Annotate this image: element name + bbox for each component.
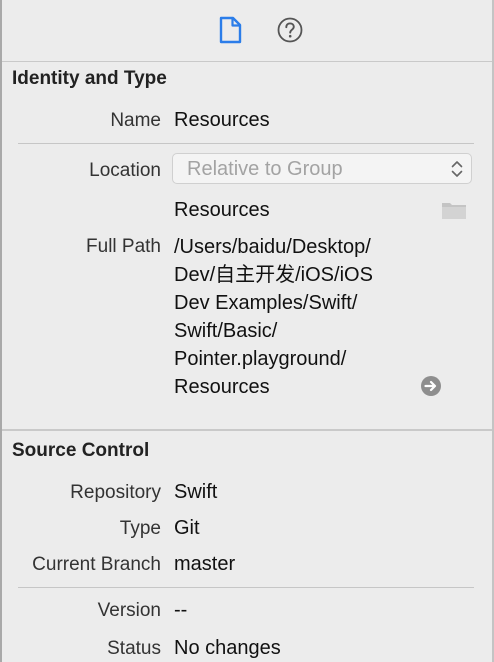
identity-section-title: Identity and Type	[12, 68, 167, 89]
current-branch-label: Current Branch	[32, 554, 161, 575]
version-label: Version	[97, 600, 161, 621]
full-path-label: Full Path	[86, 236, 161, 257]
status-label: Status	[107, 638, 161, 659]
toolbar-divider	[2, 61, 492, 62]
inspector-toolbar	[2, 0, 492, 62]
name-value[interactable]: Resources	[174, 109, 270, 132]
location-file-name: Resources	[174, 199, 270, 221]
type-value: Git	[174, 517, 200, 539]
location-popup[interactable]: Relative to Group	[172, 153, 472, 184]
location-popup-value: Relative to Group	[187, 158, 343, 180]
type-label: Type	[119, 518, 161, 539]
reveal-in-finder-arrow-icon[interactable]	[420, 375, 442, 397]
folder-icon[interactable]	[441, 200, 467, 220]
chevron-updown-icon	[451, 161, 463, 177]
location-label: Location	[89, 160, 161, 181]
repository-value: Swift	[174, 481, 218, 503]
full-path-line: Resources	[174, 376, 270, 398]
full-path-value: /Users/baidu/Desktop/ Dev/自主开发/iOS/iOS D…	[174, 233, 373, 401]
source-control-divider	[18, 587, 474, 588]
full-path-line: Dev/自主开发/iOS/iOS	[174, 264, 373, 286]
full-path-line: Dev Examples/Swift/	[174, 292, 358, 314]
section-divider	[2, 429, 492, 431]
name-label: Name	[110, 110, 161, 131]
identity-divider	[18, 143, 474, 144]
file-inspector-icon[interactable]	[215, 15, 245, 45]
full-path-line: /Users/baidu/Desktop/	[174, 236, 371, 258]
repository-label: Repository	[70, 482, 161, 503]
quick-help-icon[interactable]	[275, 15, 305, 45]
full-path-line: Pointer.playground/	[174, 348, 347, 370]
source-control-section-title: Source Control	[12, 440, 150, 461]
status-value: No changes	[174, 637, 281, 659]
left-border	[0, 0, 2, 662]
current-branch-value: master	[174, 553, 236, 575]
version-value: --	[174, 599, 188, 621]
full-path-line: Swift/Basic/	[174, 320, 278, 342]
